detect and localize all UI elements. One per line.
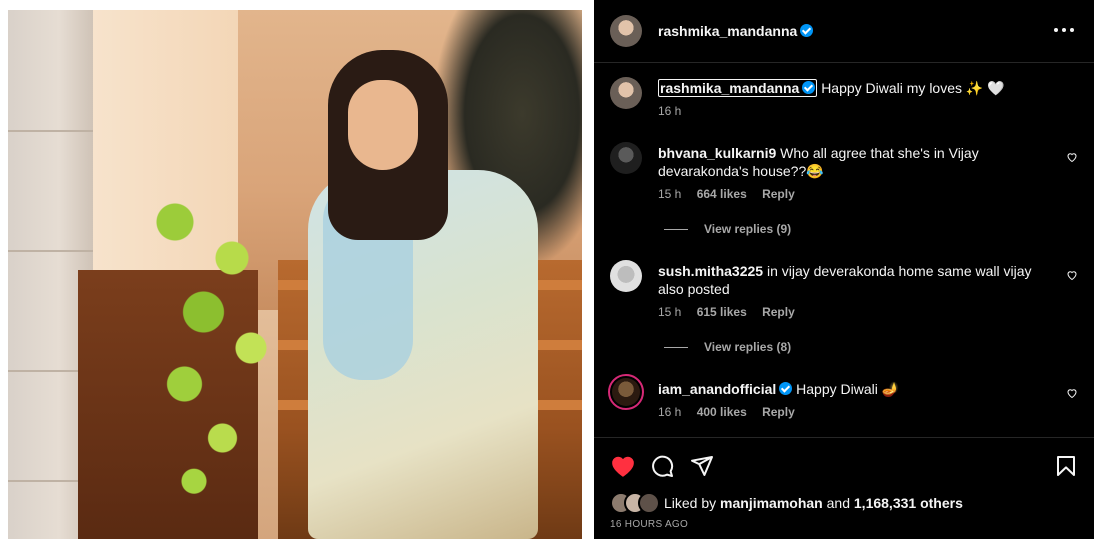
- comment-time: 15 h: [658, 187, 682, 201]
- verified-badge-icon: [802, 81, 816, 94]
- view-replies-button[interactable]: View replies (9): [664, 222, 791, 236]
- caption-avatar[interactable]: [610, 77, 642, 109]
- post-timestamp[interactable]: 16 HOURS AGO: [610, 519, 688, 530]
- author-avatar[interactable]: [610, 15, 642, 47]
- photo-person-face: [348, 80, 418, 170]
- comment-likes[interactable]: 615 likes: [697, 305, 747, 319]
- comment-username[interactable]: sush.mitha3225: [658, 263, 763, 279]
- verified-badge-icon: [800, 24, 814, 37]
- post-photo[interactable]: [8, 10, 582, 539]
- comment-icon[interactable]: [650, 454, 674, 478]
- comment-reply-button[interactable]: Reply: [762, 305, 795, 319]
- comment-like-heart-icon[interactable]: [1066, 387, 1078, 399]
- post-details-panel: rashmika_mandanna rashmika_mandanna Happ…: [594, 0, 1094, 539]
- comment-meta: 16 h 400 likes Reply: [658, 405, 807, 419]
- comment-text: sush.mitha3225 in vijay deverakonda home…: [658, 262, 1048, 298]
- post-header: rashmika_mandanna: [594, 0, 1094, 63]
- heart-filled-icon[interactable]: [610, 454, 636, 478]
- author-username[interactable]: rashmika_mandanna: [658, 23, 814, 39]
- bookmark-icon[interactable]: [1054, 454, 1078, 478]
- comment-reply-button[interactable]: Reply: [762, 405, 795, 419]
- comment-username[interactable]: bhvana_kulkarni9: [658, 145, 776, 161]
- comment-time: 16 h: [658, 405, 682, 419]
- comment-text: bhvana_kulkarni9 Who all agree that she'…: [658, 144, 1048, 180]
- comment-likes[interactable]: 400 likes: [697, 405, 747, 419]
- send-icon[interactable]: [690, 454, 714, 478]
- more-options-icon[interactable]: [1054, 22, 1074, 38]
- comment-like-heart-icon[interactable]: [1066, 151, 1078, 163]
- caption-text: rashmika_mandanna Happy Diwali my loves …: [658, 79, 1048, 97]
- liked-by-username[interactable]: manjimamohan: [720, 495, 823, 511]
- photo-plant: [118, 150, 308, 510]
- comment-text: iam_anandofficial Happy Diwali 🪔: [658, 380, 1048, 398]
- likes-summary[interactable]: Liked by manjimamohan and 1,168,331 othe…: [610, 492, 963, 514]
- likes-and: and: [826, 495, 850, 511]
- caption-meta: 16 h: [658, 104, 693, 118]
- view-replies-button[interactable]: View replies (8): [664, 340, 791, 354]
- caption-username[interactable]: rashmika_mandanna: [658, 79, 818, 97]
- commenter-avatar[interactable]: [610, 142, 642, 174]
- post-media-area: [0, 0, 594, 539]
- comment-username[interactable]: iam_anandofficial: [658, 381, 793, 397]
- comment-likes[interactable]: 664 likes: [697, 187, 747, 201]
- liked-by-avatars: [610, 492, 660, 514]
- comment-meta: 15 h 615 likes Reply: [658, 305, 807, 319]
- comment-body: Happy Diwali 🪔: [796, 381, 900, 397]
- comment-time: 15 h: [658, 305, 682, 319]
- commenter-avatar[interactable]: [608, 374, 644, 410]
- comment-reply-button[interactable]: Reply: [762, 187, 795, 201]
- verified-badge-icon: [779, 382, 793, 395]
- commenter-avatar[interactable]: [610, 260, 642, 292]
- caption-time: 16 h: [658, 104, 682, 118]
- likes-prefix: Liked by: [664, 495, 717, 511]
- likes-count[interactable]: 1,168,331 others: [854, 495, 963, 511]
- comment-like-heart-icon[interactable]: [1066, 269, 1078, 281]
- caption-body: Happy Diwali my loves ✨ 🤍: [821, 80, 1005, 96]
- comment-meta: 15 h 664 likes Reply: [658, 187, 807, 201]
